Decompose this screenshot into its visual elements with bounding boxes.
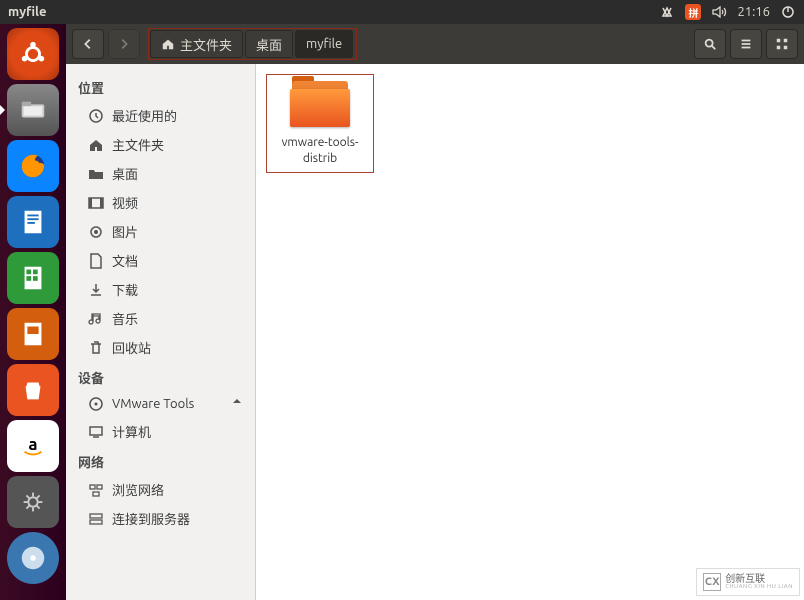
sidebar-item-label: VMware Tools <box>112 397 194 411</box>
sidebar-item-computer[interactable]: 计算机 <box>66 417 255 446</box>
path-segment-label: 主文件夹 <box>180 35 232 54</box>
eject-button[interactable] <box>231 397 243 412</box>
sidebar-item-recent[interactable]: 最近使用的 <box>66 101 255 130</box>
sidebar-item-label: 桌面 <box>112 164 138 183</box>
path-segment-current[interactable]: myfile <box>295 30 353 58</box>
sidebar-item-label: 图片 <box>112 222 138 241</box>
path-segment-label: 桌面 <box>256 35 282 54</box>
video-icon <box>88 195 104 211</box>
unity-launcher: a <box>0 24 66 600</box>
sidebar-item-downloads[interactable]: 下载 <box>66 275 255 304</box>
launcher-calc[interactable] <box>7 252 59 304</box>
music-icon <box>88 311 104 327</box>
toolbar: 主文件夹 桌面 myfile <box>66 24 804 64</box>
sidebar-item-home[interactable]: 主文件夹 <box>66 130 255 159</box>
launcher-files[interactable] <box>7 84 59 136</box>
path-segment-label: myfile <box>306 37 342 51</box>
grid-view-button[interactable] <box>766 29 798 59</box>
nav-forward-button[interactable] <box>108 29 140 59</box>
launcher-writer[interactable] <box>7 196 59 248</box>
network-icon <box>88 482 104 498</box>
launcher-firefox[interactable] <box>7 140 59 192</box>
path-segment-home[interactable]: 主文件夹 <box>150 30 243 58</box>
watermark-sub: CHUANG XIN HU LIAN <box>725 584 793 590</box>
sidebar-item-label: 视频 <box>112 193 138 212</box>
download-icon <box>88 282 104 298</box>
search-button[interactable] <box>694 29 726 59</box>
network-icon[interactable] <box>659 4 675 20</box>
sidebar-item-label: 浏览网络 <box>112 480 164 499</box>
folder-label: vmware-tools-distrib <box>273 135 367 166</box>
clock[interactable]: 21:16 <box>737 5 770 19</box>
indicator-area: 拼 21:16 <box>659 4 796 20</box>
sidebar-item-label: 文档 <box>112 251 138 270</box>
launcher-software[interactable] <box>7 364 59 416</box>
launcher-amazon[interactable]: a <box>7 420 59 472</box>
power-icon[interactable] <box>780 4 796 20</box>
icon-view[interactable]: vmware-tools-distrib <box>256 64 804 600</box>
doc-icon <box>88 253 104 269</box>
launcher-dash[interactable] <box>7 28 59 80</box>
sidebar-item-trash[interactable]: 回收站 <box>66 333 255 362</box>
path-segment-desktop[interactable]: 桌面 <box>245 30 293 58</box>
sidebar-item-label: 计算机 <box>112 422 151 441</box>
launcher-impress[interactable] <box>7 308 59 360</box>
folder-icon <box>88 166 104 182</box>
top-menubar: myfile 拼 21:16 <box>0 0 804 24</box>
sidebar-item-videos[interactable]: 视频 <box>66 188 255 217</box>
nav-back-button[interactable] <box>72 29 104 59</box>
server-icon <box>88 511 104 527</box>
home-icon <box>88 137 104 153</box>
sidebar-item-label: 最近使用的 <box>112 106 177 125</box>
path-bar: 主文件夹 桌面 myfile <box>148 28 357 60</box>
sidebar-item-browse-network[interactable]: 浏览网络 <box>66 475 255 504</box>
launcher-disc[interactable] <box>7 532 59 584</box>
home-icon <box>161 37 175 51</box>
section-title-places: 位置 <box>66 72 255 101</box>
watermark: CX 创新互联 CHUANG XIN HU LIAN <box>696 568 800 596</box>
folder-icon <box>288 81 352 129</box>
launcher-settings[interactable] <box>7 476 59 528</box>
sidebar-item-pictures[interactable]: 图片 <box>66 217 255 246</box>
places-sidebar: 位置 最近使用的 主文件夹 桌面 视频 图片 文档 下载 音乐 回收站 设备 V… <box>66 64 256 600</box>
sidebar-item-label: 回收站 <box>112 338 151 357</box>
disc-icon <box>88 396 104 412</box>
folder-item[interactable]: vmware-tools-distrib <box>266 74 374 173</box>
sidebar-item-connect-server[interactable]: 连接到服务器 <box>66 504 255 533</box>
file-manager-window: 主文件夹 桌面 myfile 位置 最近使用的 主文件夹 桌面 视频 图片 文档… <box>66 24 804 600</box>
sidebar-item-documents[interactable]: 文档 <box>66 246 255 275</box>
trash-icon <box>88 340 104 356</box>
sidebar-item-label: 下载 <box>112 280 138 299</box>
section-title-devices: 设备 <box>66 362 255 391</box>
sidebar-item-music[interactable]: 音乐 <box>66 304 255 333</box>
volume-icon[interactable] <box>711 4 727 20</box>
image-icon <box>88 224 104 240</box>
ime-indicator[interactable]: 拼 <box>685 4 701 20</box>
sidebar-item-label: 主文件夹 <box>112 135 164 154</box>
sidebar-item-vmware-tools[interactable]: VMware Tools <box>66 391 255 417</box>
section-title-network: 网络 <box>66 446 255 475</box>
computer-icon <box>88 424 104 440</box>
window-title: myfile <box>8 5 659 19</box>
clock-icon <box>88 108 104 124</box>
sidebar-item-label: 音乐 <box>112 309 138 328</box>
sidebar-item-label: 连接到服务器 <box>112 509 190 528</box>
sidebar-item-desktop[interactable]: 桌面 <box>66 159 255 188</box>
view-menu-button[interactable] <box>730 29 762 59</box>
window-body: 位置 最近使用的 主文件夹 桌面 视频 图片 文档 下载 音乐 回收站 设备 V… <box>66 64 804 600</box>
watermark-logo: CX <box>703 573 721 591</box>
svg-text:a: a <box>28 435 37 454</box>
